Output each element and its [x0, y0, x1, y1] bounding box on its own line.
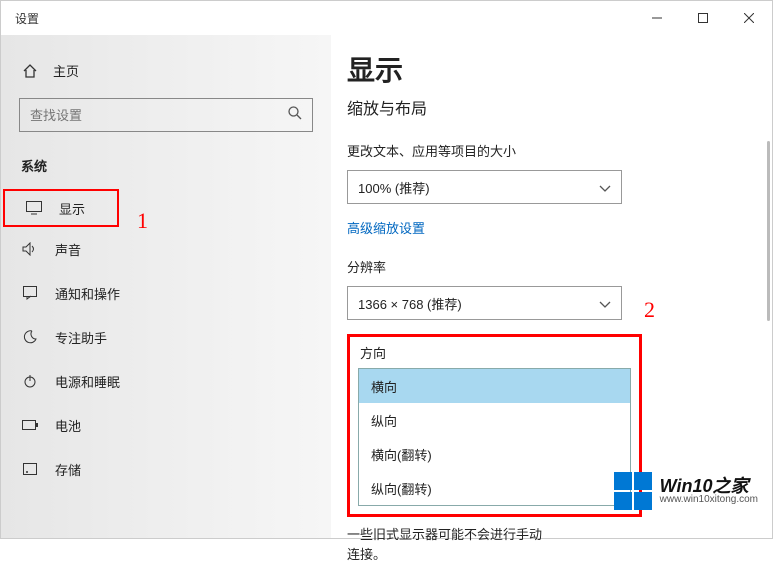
home-link[interactable]: 主页 — [1, 53, 331, 94]
orientation-box: 方向 横向 纵向 横向(翻转) 纵向(翻转) — [347, 334, 642, 517]
sidebar-item-power[interactable]: 电源和睡眠 — [1, 359, 331, 403]
sidebar-item-label: 电池 — [55, 416, 81, 435]
scrollbar[interactable] — [767, 141, 770, 321]
legacy-monitor-note: 一些旧式显示器可能不会进行手动连接。 — [347, 525, 547, 564]
window-title: 设置 — [15, 10, 634, 27]
scale-label: 更改文本、应用等项目的大小 — [347, 141, 748, 160]
titlebar: 设置 — [1, 1, 772, 35]
watermark: Win10之家 www.win10xitong.com — [614, 472, 758, 510]
sidebar-item-label: 电源和睡眠 — [55, 372, 120, 391]
power-icon — [21, 374, 39, 388]
storage-icon — [21, 463, 39, 475]
sidebar-item-focus[interactable]: 专注助手 — [1, 315, 331, 359]
scale-select[interactable]: 100% (推荐) — [347, 170, 622, 204]
sidebar: 主页 系统 显示 声音 通知和操作 专注助手 电源和睡眠 电池 存储 — [1, 35, 331, 538]
close-button[interactable] — [726, 3, 772, 33]
sidebar-item-storage[interactable]: 存储 — [1, 447, 331, 491]
search-wrap — [19, 98, 313, 132]
orientation-option-landscape-flipped[interactable]: 横向(翻转) — [359, 437, 630, 471]
scale-value: 100% (推荐) — [358, 178, 430, 197]
maximize-button[interactable] — [680, 3, 726, 33]
sidebar-item-sound[interactable]: 声音 — [1, 227, 331, 271]
sidebar-item-label: 专注助手 — [55, 328, 107, 347]
orientation-label: 方向 — [358, 343, 631, 362]
home-label: 主页 — [53, 61, 79, 80]
category-header: 系统 — [1, 150, 331, 189]
orientation-option-portrait-flipped[interactable]: 纵向(翻转) — [359, 471, 630, 505]
orientation-option-portrait[interactable]: 纵向 — [359, 403, 630, 437]
moon-icon — [21, 330, 39, 344]
home-icon — [21, 63, 39, 79]
sidebar-item-label: 声音 — [55, 240, 81, 259]
resolution-value: 1366 × 768 (推荐) — [358, 294, 462, 313]
watermark-url: www.win10xitong.com — [660, 495, 758, 505]
sidebar-item-notifications[interactable]: 通知和操作 — [1, 271, 331, 315]
orientation-dropdown: 横向 纵向 横向(翻转) 纵向(翻转) — [358, 368, 631, 506]
page-title: 显示 — [347, 49, 748, 89]
chevron-down-icon — [599, 181, 611, 196]
sidebar-item-display[interactable]: 显示 — [3, 189, 119, 227]
watermark-brand: Win10之家 — [660, 477, 758, 495]
chevron-down-icon — [599, 297, 611, 312]
sidebar-item-label: 显示 — [59, 199, 85, 218]
orientation-option-landscape[interactable]: 横向 — [359, 369, 630, 403]
advanced-scaling-link[interactable]: 高级缩放设置 — [347, 218, 425, 237]
annotation-2: 2 — [644, 297, 655, 323]
resolution-select[interactable]: 1366 × 768 (推荐) — [347, 286, 622, 320]
section-subheading: 缩放与布局 — [347, 95, 748, 119]
sidebar-item-label: 存储 — [55, 460, 81, 479]
search-input[interactable] — [19, 98, 313, 132]
annotation-1: 1 — [137, 208, 148, 234]
notification-icon — [21, 286, 39, 300]
monitor-icon — [25, 201, 43, 215]
windows-logo-icon — [614, 472, 652, 510]
search-icon — [287, 105, 303, 126]
sidebar-item-battery[interactable]: 电池 — [1, 403, 331, 447]
main-content: 显示 缩放与布局 更改文本、应用等项目的大小 100% (推荐) 高级缩放设置 … — [347, 49, 772, 538]
minimize-button[interactable] — [634, 3, 680, 33]
battery-icon — [21, 420, 39, 430]
resolution-label: 分辨率 — [347, 257, 748, 276]
sidebar-item-label: 通知和操作 — [55, 284, 120, 303]
speaker-icon — [21, 242, 39, 256]
